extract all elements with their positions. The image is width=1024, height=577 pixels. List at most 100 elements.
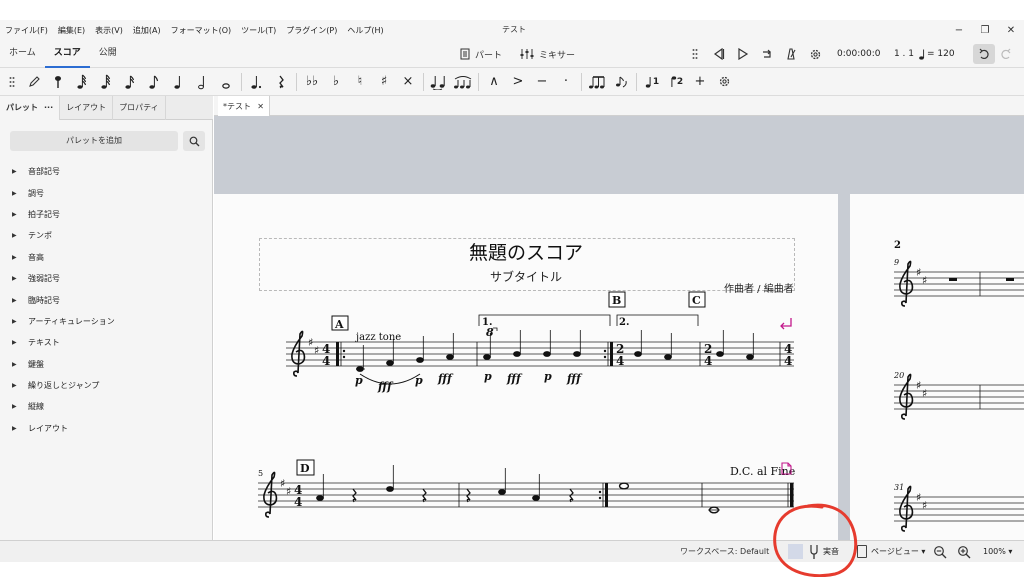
time-signature-4-4[interactable]: 4 (294, 495, 302, 509)
tab-publish[interactable]: 公開 (90, 40, 126, 68)
key-signature-sharp[interactable]: ♯ (308, 336, 313, 349)
natural-button[interactable]: ♮ (348, 68, 372, 96)
dynamic-p[interactable]: p (355, 374, 363, 387)
whole-note[interactable] (618, 482, 630, 490)
close-button[interactable]: ✕ (998, 20, 1024, 40)
tenuto-button[interactable]: − (530, 68, 554, 96)
whole-rest[interactable] (1006, 278, 1014, 281)
palette-tempo[interactable]: ▶ テンポ (0, 225, 213, 246)
time-signature-4-4[interactable]: 4 (322, 354, 330, 368)
duration-eighth-button[interactable] (142, 68, 166, 96)
staccato-button[interactable]: · (554, 68, 578, 96)
double-flat-button[interactable]: ♭♭ (300, 68, 324, 96)
key-signature-sharp[interactable]: ♯ (916, 491, 921, 504)
palette-accidentals[interactable]: ▶ 臨時記号 (0, 289, 213, 310)
measure-6-notes[interactable] (498, 468, 540, 501)
time-signature-2-4[interactable]: 4 (704, 354, 712, 368)
duration-32nd-button[interactable] (94, 68, 118, 96)
end-repeat-barline[interactable] (610, 342, 613, 366)
accent-button[interactable]: > (506, 68, 530, 96)
score-page-1[interactable]: 無題のスコア サブタイトル 作曲者 / 編曲者 ♯ ♯ 4 4 A jazz t… (214, 194, 838, 540)
menu-tools[interactable]: ツール(T) (236, 25, 281, 36)
zoom-in-icon[interactable] (957, 545, 971, 559)
add-button[interactable]: + (688, 68, 712, 96)
palette-repeats-jumps[interactable]: ▶ 繰り返しとジャンプ (0, 375, 213, 396)
document-tab[interactable]: *テスト ✕ (218, 96, 270, 116)
palette-articulations[interactable]: ▶ アーティキュレーション (0, 311, 213, 332)
workspace-selector[interactable]: ワークスペース: Default (680, 541, 769, 563)
whole-rest[interactable] (949, 278, 957, 281)
volta-1[interactable] (478, 314, 611, 326)
dynamic-fff[interactable]: fff (566, 372, 583, 385)
parts-button[interactable]: パート (460, 48, 502, 61)
dynamics-system-1[interactable]: p fff p fff p fff p fff (355, 370, 583, 393)
undo-button[interactable] (973, 44, 995, 64)
key-signature-sharp[interactable]: ♯ (922, 274, 927, 287)
time-signature-2-4[interactable]: 4 (616, 354, 624, 368)
palette-pitch[interactable]: ▶ 音高 (0, 247, 213, 268)
menu-file[interactable]: ファイル(F) (0, 25, 53, 36)
duration-half-button[interactable] (190, 68, 214, 96)
ottava[interactable]: 8 (486, 326, 494, 339)
jump-text[interactable]: D.C. al Fine (730, 465, 795, 478)
flip-direction-button[interactable] (609, 68, 633, 96)
tab-home[interactable]: ホーム (0, 40, 45, 68)
key-signature-sharp[interactable]: ♯ (916, 266, 921, 279)
augmentation-dot-button[interactable] (245, 68, 269, 96)
mixer-button[interactable]: ミキサー (520, 48, 575, 61)
minimize-button[interactable]: − (946, 20, 972, 40)
courtesy-time-signature[interactable]: 4 (784, 354, 792, 368)
slur-button[interactable] (451, 68, 475, 96)
note-input-pen-button[interactable] (22, 68, 46, 96)
sharp-button[interactable]: ♯ (372, 68, 396, 96)
menu-edit[interactable]: 編集(E) (53, 25, 90, 36)
start-repeat-barline[interactable] (336, 342, 339, 366)
key-signature-sharp[interactable]: ♯ (922, 499, 927, 512)
close-tab-icon[interactable]: ✕ (257, 102, 264, 111)
duration-quarter-button[interactable] (166, 68, 190, 96)
flat-button[interactable]: ♭ (324, 68, 348, 96)
maximize-button[interactable]: ❐ (972, 20, 998, 40)
redo-button[interactable] (995, 44, 1017, 64)
voice-1-button[interactable]: 1 (640, 68, 664, 96)
dynamic-fff[interactable]: fff (377, 380, 394, 393)
note-toolbar-grip[interactable] (2, 68, 22, 96)
end-repeat-barline[interactable] (605, 483, 608, 507)
tie-button[interactable] (427, 68, 451, 96)
palette-time-signatures[interactable]: ▶ 拍子記号 (0, 204, 213, 225)
tab-palettes[interactable]: パレット ··· (0, 96, 61, 120)
rest-button[interactable] (269, 68, 293, 96)
rests[interactable] (466, 488, 574, 503)
dynamic-fff[interactable]: fff (506, 372, 523, 385)
tuplet-button[interactable] (585, 68, 609, 96)
duration-whole-button[interactable] (214, 68, 238, 96)
palette-clefs[interactable]: ▶ 音部記号 (0, 161, 213, 182)
palette-text[interactable]: ▶ テキスト (0, 332, 213, 353)
rewind-button[interactable] (707, 40, 731, 68)
add-palette-button[interactable]: パレットを追加 (10, 131, 178, 151)
menu-add[interactable]: 追加(A) (128, 25, 166, 36)
staff-text[interactable]: jazz tone (355, 332, 401, 343)
key-signature-sharp[interactable]: ♯ (280, 477, 285, 490)
menu-plugins[interactable]: プラグイン(P) (281, 25, 342, 36)
note-toolbar-settings-button[interactable] (712, 68, 736, 96)
metronome-button[interactable] (779, 40, 803, 68)
key-signature-sharp[interactable]: ♯ (286, 485, 291, 498)
duration-16th-button[interactable] (118, 68, 142, 96)
voice-2-button[interactable]: 2 (664, 68, 688, 96)
score-notation[interactable]: ♯ ♯ 4 4 A jazz tone 1. 8 B 2. 2 4 C 2 4 … (214, 194, 838, 540)
page-2-notation[interactable]: 2 9 ♯ ♯ 20 ♯ ♯ 31 ♯ ♯ (850, 194, 1024, 540)
system-break-icon[interactable] (780, 318, 792, 330)
measure-4-notes[interactable] (716, 330, 754, 360)
tab-score[interactable]: スコア (44, 40, 90, 68)
tab-properties[interactable]: プロパティ (113, 96, 166, 120)
palette-search-button[interactable] (183, 131, 205, 151)
tab-layout[interactable]: レイアウト (60, 96, 114, 120)
dynamic-p[interactable]: p (544, 370, 552, 383)
menu-help[interactable]: ヘルプ(H) (342, 25, 388, 36)
score-page-2[interactable]: 2 9 ♯ ♯ 20 ♯ ♯ 31 ♯ ♯ (850, 194, 1024, 540)
concert-pitch-label[interactable]: 実音 (823, 541, 839, 563)
page-view-selector[interactable]: ページビュー ▾ (871, 541, 925, 563)
dynamic-p[interactable]: p (484, 370, 492, 383)
key-signature-sharp[interactable]: ♯ (916, 379, 921, 392)
